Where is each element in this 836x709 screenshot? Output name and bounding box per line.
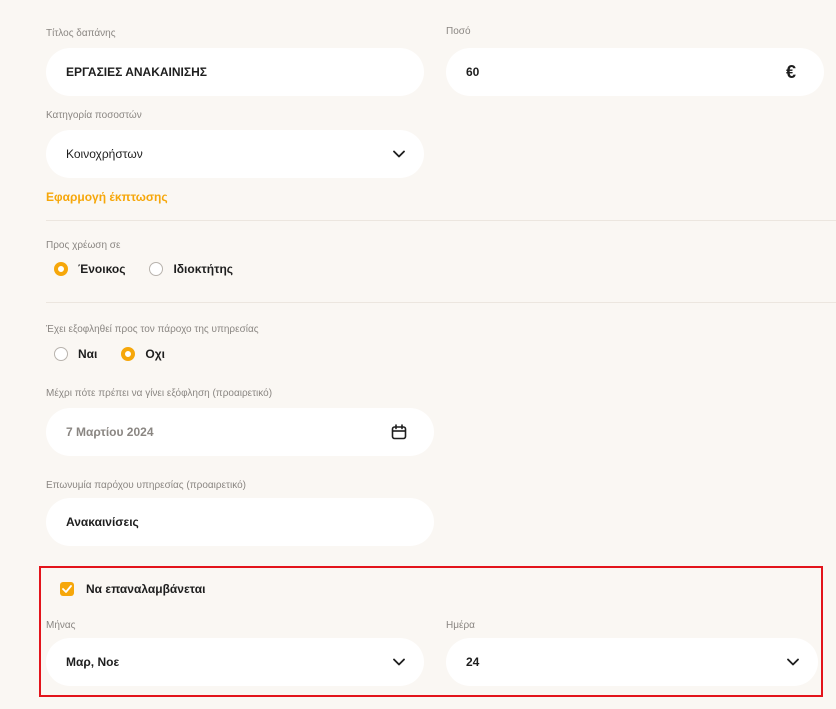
radio-label-yes: Ναι [78,347,98,361]
radio-option-yes[interactable]: Ναι [54,347,97,361]
euro-icon: € [785,61,796,82]
amount-input[interactable]: 60 € [446,48,824,96]
provider-name-value: Ανακαινίσεις [66,515,139,529]
provider-name-input[interactable]: Ανακαινίσεις [46,498,434,546]
radio-option-owner[interactable]: Ιδιοκτήτης [149,262,233,276]
radio-option-no[interactable]: Οχι [121,347,165,361]
radio-button-checked[interactable] [121,347,136,361]
month-select[interactable]: Μαρ, Νοε [46,638,424,686]
divider [46,302,836,303]
percent-category-value: Κοινοχρήστων [66,147,143,161]
chevron-down-icon [392,147,406,161]
day-label: Ημέρα [446,620,475,631]
expense-title-label: Τίτλος δαπάνης [46,28,116,39]
amount-label: Ποσό [446,26,471,37]
radio-label-owner: Ιδιοκτήτης [173,262,234,276]
radio-label-no: Οχι [145,347,165,361]
month-value: Μαρ, Νοε [66,655,120,669]
expense-title-value: ΕΡΓΑΣΙΕΣ ΑΝΑΚΑΙΝΙΣΗΣ [66,65,207,79]
due-date-value: 7 Μαρτίου 2024 [66,425,154,439]
radio-label-tenant: Ένοικος [78,262,126,276]
due-date-input[interactable]: 7 Μαρτίου 2024 [46,408,434,456]
chevron-down-icon [786,655,800,669]
recurring-checkbox[interactable] [60,582,74,596]
day-select[interactable]: 24 [446,638,818,686]
charge-to-label: Προς χρέωση σε [46,240,121,251]
recurring-checkbox-label: Να επαναλαμβάνεται [86,582,206,596]
chevron-down-icon [392,655,406,669]
apply-discount-link[interactable]: Εφαρμογή έκπτωσης [46,190,168,204]
divider [46,220,836,221]
charge-to-radio-group: Ένοικος Ιδιοκτήτης [54,262,257,276]
due-date-label: Μέχρι πότε πρέπει να γίνει εξόφληση (προ… [46,388,273,399]
calendar-icon[interactable] [390,423,408,441]
paid-to-provider-label: Έχει εξοφληθεί προς τον πάροχο της υπηρε… [46,324,259,335]
radio-button[interactable] [54,347,68,361]
percent-category-select[interactable]: Κοινοχρήστων [46,130,424,178]
recurring-checkbox-row[interactable]: Να επαναλαμβάνεται [60,582,205,596]
radio-button[interactable] [149,262,164,276]
amount-value: 60 [466,65,480,79]
paid-to-provider-radio-group: Ναι Οχι [54,347,189,361]
month-label: Μήνας [46,620,76,631]
radio-button-checked[interactable] [54,262,68,276]
radio-option-tenant[interactable]: Ένοικος [54,262,125,276]
percent-category-label: Κατηγορία ποσοστών [46,110,142,121]
provider-name-label: Επωνυμία παρόχου υπηρεσίας (προαιρετικό) [46,480,246,491]
day-value: 24 [466,655,480,669]
expense-title-input[interactable]: ΕΡΓΑΣΙΕΣ ΑΝΑΚΑΙΝΙΣΗΣ [46,48,424,96]
